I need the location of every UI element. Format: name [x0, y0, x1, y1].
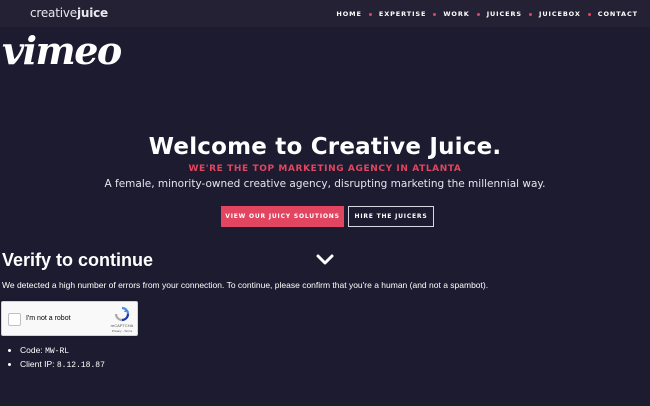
- view-solutions-button[interactable]: VIEW OUR JUICY SOLUTIONS: [221, 206, 344, 227]
- verify-message: We detected a high number of errors from…: [2, 280, 489, 290]
- hero-description: A female, minority-owned creative agency…: [104, 178, 546, 190]
- brand-logo-light: creative: [30, 6, 77, 20]
- nav-juicers[interactable]: JUICERS: [487, 10, 522, 18]
- nav-separator-dot: [476, 12, 480, 16]
- client-ip-value: 8.12.18.87: [56, 360, 105, 370]
- error-code-value: MW-RL: [45, 347, 70, 356]
- nav-separator-dot: [368, 12, 372, 16]
- nav-expertise[interactable]: EXPERTISE: [379, 10, 426, 18]
- main-nav: HOME EXPERTISE WORK JUICERS JUICEBOX CON…: [336, 10, 638, 18]
- page: creativejuice HOME EXPERTISE WORK JUICER…: [0, 0, 650, 406]
- recaptcha-widget: I'm not a robot reCAPTCHA Privacy - Term…: [1, 301, 138, 336]
- recaptcha-privacy-terms-links[interactable]: Privacy - Terms: [106, 329, 138, 333]
- hero-subtitle: WE'RE THE TOP MARKETING AGENCY IN ATLANT…: [188, 164, 462, 174]
- recaptcha-brand: reCAPTCHA: [110, 323, 134, 328]
- top-navigation-bar: creativejuice HOME EXPERTISE WORK JUICER…: [0, 0, 650, 27]
- brand-logo-bold: juice: [76, 6, 108, 20]
- nav-separator-dot: [529, 12, 532, 16]
- vimeo-logo: vimeo: [2, 28, 122, 73]
- nav-separator-dot: [433, 12, 437, 16]
- client-ip-label: Client IP:: [20, 358, 55, 369]
- error-code-item: Code: MW-RL: [20, 345, 105, 358]
- hire-juicers-button[interactable]: HIRE THE JUICERS: [348, 206, 434, 227]
- recaptcha-label: I'm not a robot: [26, 315, 71, 322]
- hero-title: Welcome to Creative Juice.: [148, 134, 502, 160]
- verify-title: Verify to continue: [2, 250, 154, 270]
- recaptcha-checkbox[interactable]: [8, 313, 21, 326]
- chevron-down-icon[interactable]: [316, 254, 334, 266]
- client-ip-item: Client IP: 8.12.18.87: [20, 359, 105, 372]
- brand-logo[interactable]: creativejuice: [30, 6, 108, 20]
- recaptcha-logo-icon: [114, 306, 130, 322]
- error-code-label: Code:: [20, 345, 43, 355]
- nav-juicebox[interactable]: JUICEBOX: [539, 10, 581, 18]
- nav-home[interactable]: HOME: [336, 10, 361, 18]
- nav-contact[interactable]: CONTACT: [598, 10, 638, 18]
- nav-work[interactable]: WORK: [443, 10, 469, 18]
- error-info-list: Code: MW-RL Client IP: 8.12.18.87: [20, 345, 105, 372]
- nav-separator-dot: [587, 12, 591, 16]
